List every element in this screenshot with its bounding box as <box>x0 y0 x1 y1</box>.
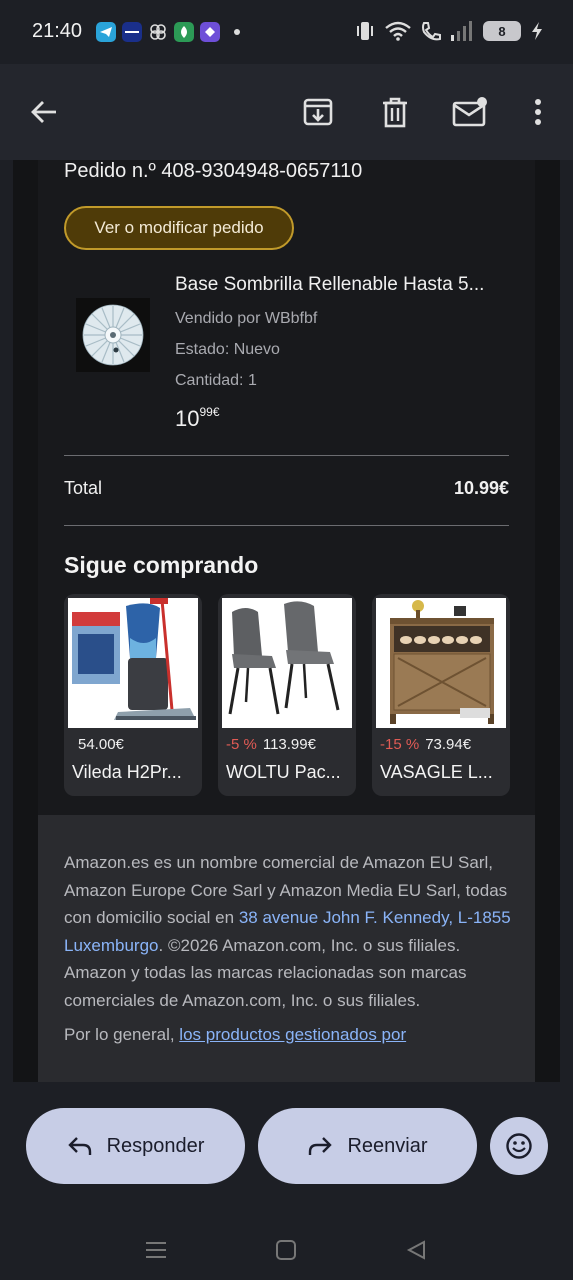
vibrate-icon <box>357 22 373 40</box>
more-vert-icon[interactable] <box>520 94 556 130</box>
mark-unread-icon[interactable] <box>452 94 488 130</box>
product-thumbnail[interactable] <box>68 598 198 728</box>
product-price: 1099€ <box>175 404 220 432</box>
product-seller: Vendido por WBbfbf <box>175 310 318 327</box>
card-discount: -15 % <box>380 736 420 753</box>
divider <box>64 455 509 456</box>
forward-icon <box>309 1137 333 1155</box>
reply-actions-bar: Responder Reenviar <box>0 1082 573 1280</box>
email-body: Pedido n.º 408-9304948-0657110 Ver o mod… <box>13 160 560 1082</box>
products-link[interactable]: los productos gestionados por <box>179 1025 406 1044</box>
product-quantity: Cantidad: 1 <box>175 372 257 389</box>
total-value: 10.99€ <box>453 478 509 498</box>
card-price: 113.99€ <box>262 736 316 753</box>
back-arrow-icon[interactable] <box>26 94 62 130</box>
legal-text-continued: Por lo general, los productos gestionado… <box>64 1025 406 1045</box>
legal-footer: Amazon.es es un nombre comercial de Amaz… <box>38 815 535 1082</box>
signal-icon <box>451 21 472 41</box>
product-condition: Estado: Nuevo <box>175 341 280 358</box>
email-toolbar <box>0 64 573 160</box>
pinwheel-icon <box>148 22 168 42</box>
battery-icon: 8 <box>483 21 521 41</box>
card-name[interactable]: Vileda H2Pr... <box>72 762 198 783</box>
reply-button[interactable]: Responder <box>26 1108 245 1184</box>
product-thumbnail[interactable] <box>376 598 506 728</box>
recommendation-card[interactable]: -15 % 73.94€ VASAGLE L... <box>372 594 510 796</box>
legal-text: Amazon.es es un nombre comercial de Amaz… <box>64 849 514 1014</box>
system-nav-bar <box>0 1222 573 1280</box>
charging-icon <box>532 22 542 40</box>
price-fraction: 99€ <box>199 404 220 419</box>
product-image[interactable] <box>76 298 150 372</box>
wifi-icon <box>385 21 411 41</box>
recommendations-title: Sigue comprando <box>64 552 259 578</box>
system-icons: 8 <box>355 20 543 42</box>
telegram-icon <box>96 22 116 42</box>
emoji-reaction-button[interactable] <box>490 1117 548 1175</box>
more-notifications-dot <box>234 29 240 35</box>
legal-text-part: Por lo general, <box>64 1025 180 1044</box>
view-order-button[interactable]: Ver o modificar pedido <box>64 206 294 250</box>
forward-button[interactable]: Reenviar <box>258 1108 477 1184</box>
notification-icons <box>96 22 240 42</box>
price-whole: 10 <box>175 406 200 431</box>
archive-icon[interactable] <box>300 94 336 130</box>
card-price-row: -5 % 113.99€ <box>226 736 316 753</box>
divider <box>64 525 509 526</box>
bank-app-icon <box>122 22 142 42</box>
card-price: 73.94€ <box>425 736 472 753</box>
reply-icon <box>67 1137 91 1155</box>
menu-icon[interactable] <box>142 1236 170 1264</box>
trash-icon[interactable] <box>377 94 413 130</box>
recommendation-card[interactable]: 54.00€ Vileda H2Pr... <box>64 594 202 796</box>
email-content: Pedido n.º 408-9304948-0657110 Ver o mod… <box>38 160 535 1082</box>
card-price-row: -15 % 73.94€ <box>380 736 471 753</box>
recommendation-card[interactable]: -5 % 113.99€ WOLTU Pac... <box>218 594 356 796</box>
product-thumbnail[interactable] <box>222 598 352 728</box>
back-icon[interactable] <box>402 1236 430 1264</box>
purple-app-icon <box>200 22 220 42</box>
status-bar: 21:40 8 <box>0 0 573 64</box>
wifi-call-icon <box>422 22 441 41</box>
forward-label: Reenviar <box>347 1134 428 1157</box>
card-price: 54.00€ <box>78 736 124 753</box>
total-label: Total <box>64 478 103 498</box>
card-price-row: 54.00€ <box>72 736 124 753</box>
home-icon[interactable] <box>272 1236 300 1264</box>
green-leaf-icon <box>174 22 194 42</box>
order-number: Pedido n.º 408-9304948-0657110 <box>64 160 363 182</box>
product-title[interactable]: Base Sombrilla Rellenable Hasta 5... <box>175 274 525 296</box>
card-name[interactable]: VASAGLE L... <box>380 762 506 783</box>
reply-label: Responder <box>106 1134 205 1157</box>
status-time: 21:40 <box>32 20 83 42</box>
card-discount: -5 % <box>226 736 257 753</box>
card-name[interactable]: WOLTU Pac... <box>226 762 352 783</box>
emoji-icon <box>506 1133 532 1159</box>
